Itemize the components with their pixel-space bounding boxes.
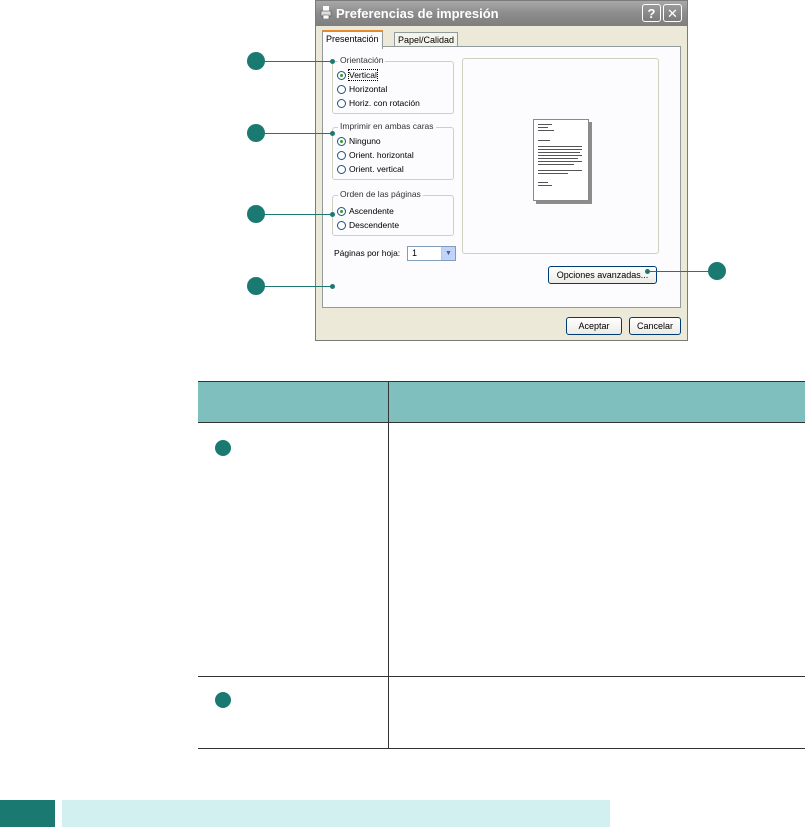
help-button[interactable]: ? — [642, 4, 661, 22]
radio-flip-vertical[interactable]: Orient. vertical — [337, 163, 404, 175]
radio-label: Horizontal — [349, 84, 388, 94]
footer-bar-dark — [0, 800, 55, 827]
tab-layout[interactable]: Presentación — [322, 30, 383, 49]
dialog-title: Preferencias de impresión — [336, 6, 499, 21]
orientation-legend: Orientación — [338, 55, 386, 65]
radio-icon — [337, 220, 346, 230]
radio-icon — [337, 98, 346, 108]
radio-selected-icon — [337, 136, 346, 146]
radio-label: Horiz. con rotación — [349, 98, 420, 108]
page-order-group: Orden de las páginas Ascendente Descende… — [332, 189, 454, 236]
radio-horizontal[interactable]: Horizontal — [337, 83, 387, 95]
radio-label: Descendente — [349, 220, 400, 230]
radio-label: Ascendente — [349, 206, 394, 216]
description-table — [198, 381, 805, 749]
callout-marker — [708, 262, 726, 280]
table-border — [198, 748, 805, 749]
radio-flip-horizontal[interactable]: Orient. horizontal — [337, 149, 414, 161]
radio-icon — [337, 150, 346, 160]
chevron-down-icon[interactable]: ▼ — [441, 247, 455, 260]
print-preferences-dialog: Preferencias de impresión ? ✕ Presentaci… — [315, 0, 688, 341]
radio-selected-icon — [337, 206, 346, 216]
callout-end — [330, 59, 335, 64]
footer-bar-light — [62, 800, 610, 827]
callout-line — [264, 133, 332, 134]
pages-per-sheet-value: 1 — [412, 248, 418, 258]
tab-panel: Orientación Vertical Horizontal Horiz. c… — [322, 46, 681, 308]
callout-marker — [247, 124, 265, 142]
close-button[interactable]: ✕ — [663, 4, 682, 22]
accept-button[interactable]: Aceptar — [566, 317, 622, 335]
table-header-cell — [389, 381, 805, 422]
callout-line — [648, 271, 710, 272]
radio-label: Ninguno — [349, 136, 381, 146]
callout-marker — [247, 277, 265, 295]
layout-preview — [462, 58, 659, 254]
page-preview-icon — [533, 119, 589, 201]
radio-ascending[interactable]: Ascendente — [337, 205, 394, 217]
radio-icon — [337, 164, 346, 174]
radio-icon — [337, 84, 346, 94]
advanced-options-button[interactable]: Opciones avanzadas... — [548, 266, 657, 284]
table-row-marker — [215, 440, 231, 456]
printer-icon — [320, 6, 332, 19]
tab-paper-quality[interactable]: Papel/Calidad — [394, 32, 459, 47]
table-border — [388, 381, 389, 749]
callout-end — [330, 131, 335, 136]
radio-horizontal-rotated[interactable]: Horiz. con rotación — [337, 97, 420, 109]
table-row-marker — [215, 692, 231, 708]
title-bar[interactable]: Preferencias de impresión ? ✕ — [316, 1, 687, 26]
table-border — [198, 422, 805, 423]
cancel-button[interactable]: Cancelar — [629, 317, 681, 335]
duplex-legend: Imprimir en ambas caras — [338, 121, 436, 131]
page-order-legend: Orden de las páginas — [338, 189, 423, 199]
radio-label: Orient. vertical — [349, 164, 404, 174]
pages-per-sheet-select[interactable]: 1 ▼ — [407, 246, 456, 261]
radio-selected-icon — [337, 70, 346, 80]
table-border — [198, 676, 805, 677]
duplex-group: Imprimir en ambas caras Ninguno Orient. … — [332, 121, 454, 180]
table-border — [198, 381, 805, 382]
radio-label: Orient. horizontal — [349, 150, 414, 160]
radio-label: Vertical — [348, 69, 378, 81]
pages-per-sheet-label: Páginas por hoja: — [334, 248, 401, 258]
callout-line — [264, 61, 332, 62]
callout-end — [330, 284, 335, 289]
callout-line — [264, 286, 332, 287]
callout-end — [330, 212, 335, 217]
callout-marker — [247, 52, 265, 70]
callout-marker — [247, 205, 265, 223]
callout-end — [645, 269, 650, 274]
radio-vertical[interactable]: Vertical — [337, 69, 378, 81]
radio-descending[interactable]: Descendente — [337, 219, 399, 231]
callout-line — [264, 214, 332, 215]
table-header-cell — [198, 381, 388, 422]
radio-none[interactable]: Ninguno — [337, 135, 381, 147]
orientation-group: Orientación Vertical Horizontal Horiz. c… — [332, 55, 454, 114]
